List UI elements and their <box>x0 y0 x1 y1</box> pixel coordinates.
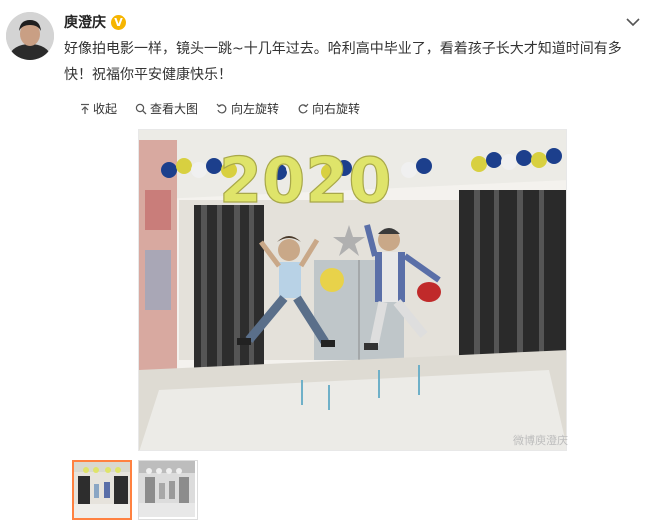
photo-illustration: 2020 <box>139 130 566 450</box>
verified-badge-icon: V <box>111 14 126 30</box>
rotate-right-icon <box>298 103 309 113</box>
avatar[interactable] <box>6 12 54 60</box>
magnifier-icon <box>135 103 147 114</box>
balloon-numbers: 2020 <box>219 144 392 217</box>
collapse-icon <box>81 103 89 114</box>
thumbnail-strip <box>72 460 198 520</box>
post-photo[interactable]: 2020 <box>138 129 567 451</box>
thumbnail-image <box>74 462 130 518</box>
post-text: 好像拍电影一样，镜头一跳~十几年过去。哈利高中毕业了，看着孩子长大才知道时间有多… <box>64 41 622 83</box>
chevron-down-icon[interactable] <box>624 14 642 28</box>
avatar-image <box>6 12 54 60</box>
thumbnail-image <box>139 461 195 517</box>
rotate-left-button[interactable]: 向左旋转 <box>216 100 279 117</box>
rotate-right-label: 向右旋转 <box>312 102 361 116</box>
username-row: 庾澄庆 V <box>64 12 126 32</box>
rotate-left-label: 向左旋转 <box>231 102 280 116</box>
view-large-label: 查看大图 <box>150 102 199 116</box>
view-large-button[interactable]: 查看大图 <box>135 100 198 117</box>
image-toolbar: 收起 查看大图 向左旋转 向右旋转 <box>80 100 360 117</box>
collapse-label: 收起 <box>93 102 118 116</box>
collapse-button[interactable]: 收起 <box>80 100 117 117</box>
thumbnail-item[interactable] <box>138 460 198 520</box>
rotate-right-button[interactable]: 向右旋转 <box>297 100 360 117</box>
rotate-left-icon <box>216 103 227 113</box>
image-watermark: 微博庾澄庆 <box>513 434 568 447</box>
username[interactable]: 庾澄庆 <box>64 12 106 32</box>
weibo-post: 庾澄庆 V 好像拍电影一样，镜头一跳~十几年过去。哈利高中毕业了，看着孩子长大才… <box>0 0 660 530</box>
thumbnail-item[interactable] <box>72 460 132 520</box>
